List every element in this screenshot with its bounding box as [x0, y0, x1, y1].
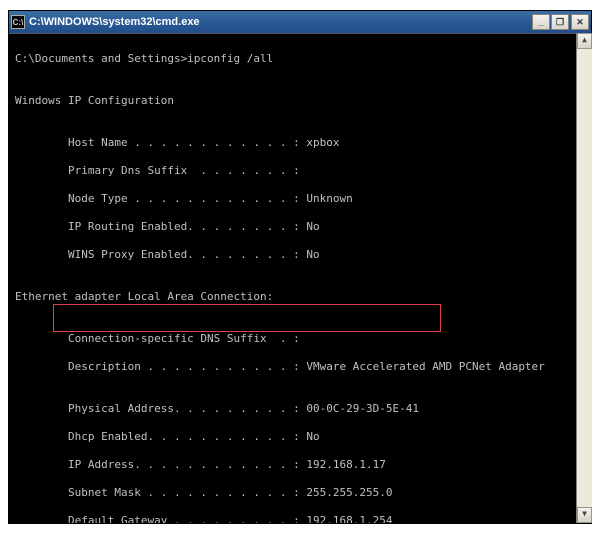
highlight-annotation: [53, 304, 441, 332]
adapter-default-gateway: Default Gateway . . . . . . . . . : 192.…: [15, 514, 585, 523]
adapter-conn-suffix: Connection-specific DNS Suffix . :: [15, 332, 585, 346]
scroll-up-button[interactable]: ▲: [577, 33, 592, 49]
restore-button[interactable]: ❐: [551, 14, 569, 30]
adapter-dhcp: Dhcp Enabled. . . . . . . . . . . : No: [15, 430, 585, 444]
config-ip-routing: IP Routing Enabled. . . . . . . . : No: [15, 220, 585, 234]
minimize-button[interactable]: _: [532, 14, 550, 30]
section-header: Windows IP Configuration: [15, 94, 585, 108]
config-node-type: Node Type . . . . . . . . . . . . : Unkn…: [15, 192, 585, 206]
window-controls: _ ❐ ✕: [532, 14, 589, 30]
adapter-description: Description . . . . . . . . . . . : VMwa…: [15, 360, 585, 374]
adapter-physical-address: Physical Address. . . . . . . . . : 00-0…: [15, 402, 585, 416]
adapter-header: Ethernet adapter Local Area Connection:: [15, 290, 585, 304]
cmd-icon: C:\: [11, 15, 25, 29]
window-title: C:\WINDOWS\system32\cmd.exe: [29, 16, 532, 28]
terminal-output[interactable]: C:\Documents and Settings>ipconfig /all …: [9, 33, 591, 523]
adapter-ip-address: IP Address. . . . . . . . . . . . : 192.…: [15, 458, 585, 472]
terminal-container: C:\Documents and Settings>ipconfig /all …: [9, 33, 591, 523]
prompt-line: C:\Documents and Settings>ipconfig /all: [15, 52, 585, 66]
cmd-window: C:\ C:\WINDOWS\system32\cmd.exe _ ❐ ✕ C:…: [8, 10, 592, 524]
close-button[interactable]: ✕: [571, 14, 589, 30]
adapter-subnet-mask: Subnet Mask . . . . . . . . . . . : 255.…: [15, 486, 585, 500]
titlebar[interactable]: C:\ C:\WINDOWS\system32\cmd.exe _ ❐ ✕: [9, 11, 591, 33]
vertical-scrollbar[interactable]: ▲ ▼: [576, 33, 592, 523]
scroll-down-button[interactable]: ▼: [577, 507, 592, 523]
scroll-track[interactable]: [577, 49, 592, 507]
config-primary-dns-suffix: Primary Dns Suffix . . . . . . . :: [15, 164, 585, 178]
config-wins-proxy: WINS Proxy Enabled. . . . . . . . : No: [15, 248, 585, 262]
config-hostname: Host Name . . . . . . . . . . . . : xpbo…: [15, 136, 585, 150]
